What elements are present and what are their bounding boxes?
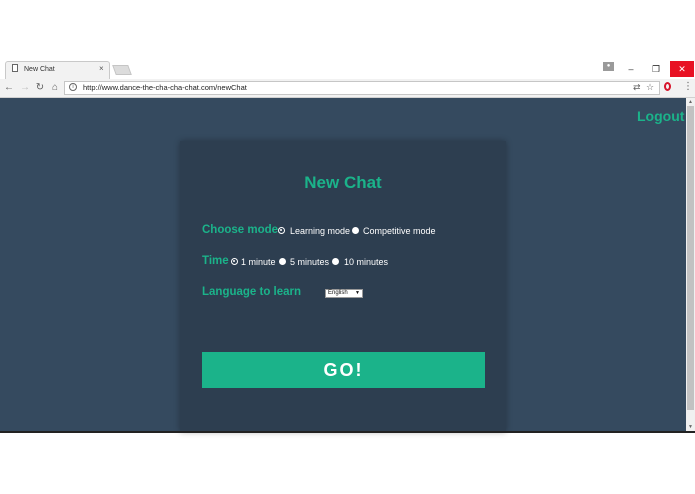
- forward-icon[interactable]: →: [19, 82, 31, 93]
- scrollbar-thumb[interactable]: [687, 106, 694, 410]
- radio-1-minute[interactable]: [231, 258, 238, 265]
- page-title: New Chat: [304, 173, 382, 192]
- dropdown-arrow-icon[interactable]: ▼: [355, 290, 360, 296]
- logout-link[interactable]: Logout: [637, 108, 684, 124]
- radio-5-minutes[interactable]: [279, 258, 286, 265]
- window-bottom-edge: [0, 431, 695, 433]
- info-icon[interactable]: i: [69, 83, 77, 91]
- browser-tab[interactable]: [5, 61, 110, 79]
- new-tab-button[interactable]: [112, 65, 132, 75]
- document-icon: [12, 64, 18, 72]
- translate-icon[interactable]: ⇄: [633, 82, 641, 93]
- option-learning-mode[interactable]: Learning mode: [290, 226, 350, 236]
- reload-icon[interactable]: ↻: [34, 82, 46, 93]
- go-button[interactable]: GO!: [202, 352, 485, 388]
- mode-label: Choose mode: [202, 224, 279, 236]
- home-icon[interactable]: ⌂: [49, 82, 61, 93]
- option-competitive-mode[interactable]: Competitive mode: [363, 226, 436, 236]
- time-label: Time: [202, 255, 229, 267]
- option-10-minutes[interactable]: 10 minutes: [344, 257, 388, 267]
- window-close-button[interactable]: ✕: [670, 61, 694, 77]
- restore-button[interactable]: ❐: [644, 61, 668, 77]
- star-icon[interactable]: ☆: [646, 82, 654, 93]
- scroll-up-icon[interactable]: ▲: [687, 99, 694, 105]
- radio-10-minutes[interactable]: [332, 258, 339, 265]
- profile-icon[interactable]: ●: [603, 62, 614, 71]
- tab-title: New Chat: [24, 66, 55, 73]
- radio-competitive-mode[interactable]: [352, 227, 359, 234]
- menu-icon[interactable]: ⋮: [683, 81, 693, 92]
- scroll-down-icon[interactable]: ▼: [687, 424, 694, 430]
- radio-learning-mode[interactable]: [278, 227, 285, 234]
- back-icon[interactable]: ←: [3, 82, 15, 93]
- option-1-minute[interactable]: 1 minute: [241, 257, 276, 267]
- minimize-button[interactable]: –: [619, 61, 643, 77]
- url-text[interactable]: http://www.dance-the-cha-cha-chat.com/ne…: [83, 83, 247, 92]
- opera-icon[interactable]: [664, 82, 671, 91]
- tab-close-icon[interactable]: ×: [99, 64, 104, 73]
- option-5-minutes[interactable]: 5 minutes: [290, 257, 329, 267]
- language-label: Language to learn: [202, 286, 302, 298]
